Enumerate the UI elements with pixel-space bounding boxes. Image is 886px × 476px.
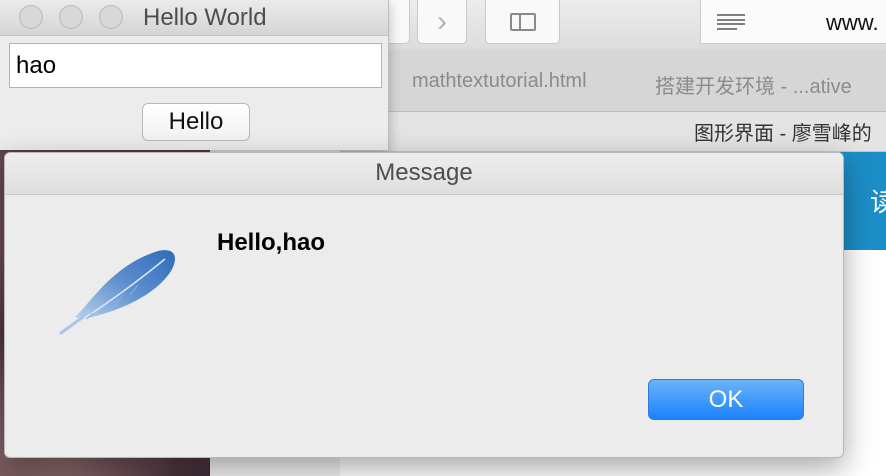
message-dialog: Message Hello,hao OK	[4, 152, 844, 458]
tab-dev-environment[interactable]: 搭建开发环境 - ...ative	[655, 70, 852, 99]
page-title-bar: 图形界面 - 廖雪峰的	[340, 112, 886, 152]
address-bar[interactable]: www.	[700, 0, 886, 44]
maximize-window-button[interactable]	[99, 5, 123, 29]
dialog-message: Hello,hao	[217, 229, 326, 256]
window-title: Hello World	[143, 4, 267, 31]
sidebar-toggle-button[interactable]	[485, 0, 560, 44]
dialog-title: Message	[375, 159, 473, 186]
close-window-button[interactable]	[19, 5, 43, 29]
tab-mathtextutorial[interactable]: mathtextutorial.html	[412, 70, 587, 93]
reader-view-icon[interactable]	[717, 14, 745, 30]
hello-button[interactable]: Hello	[142, 103, 250, 141]
dialog-titlebar[interactable]: Message	[5, 153, 843, 195]
hello-world-window: Hello World Hello	[0, 0, 389, 150]
page-banner: 读	[840, 152, 886, 250]
sidebar-icon	[509, 12, 536, 31]
forward-button[interactable]: ›	[417, 0, 467, 44]
minimize-window-button[interactable]	[59, 5, 83, 29]
page-title: 图形界面 - 廖雪峰的	[694, 123, 872, 145]
window-titlebar[interactable]: Hello World	[0, 0, 388, 36]
ok-button[interactable]: OK	[648, 379, 804, 420]
feather-icon	[59, 250, 175, 335]
chevron-right-icon: ›	[437, 4, 447, 38]
browser-toolbar: ‹ › www.	[340, 0, 886, 50]
address-text: www.	[826, 10, 879, 35]
banner-text[interactable]: 读	[870, 182, 886, 219]
tab-bar: mathtextutorial.html 搭建开发环境 - ...ative	[340, 50, 886, 112]
name-input[interactable]	[9, 43, 382, 88]
